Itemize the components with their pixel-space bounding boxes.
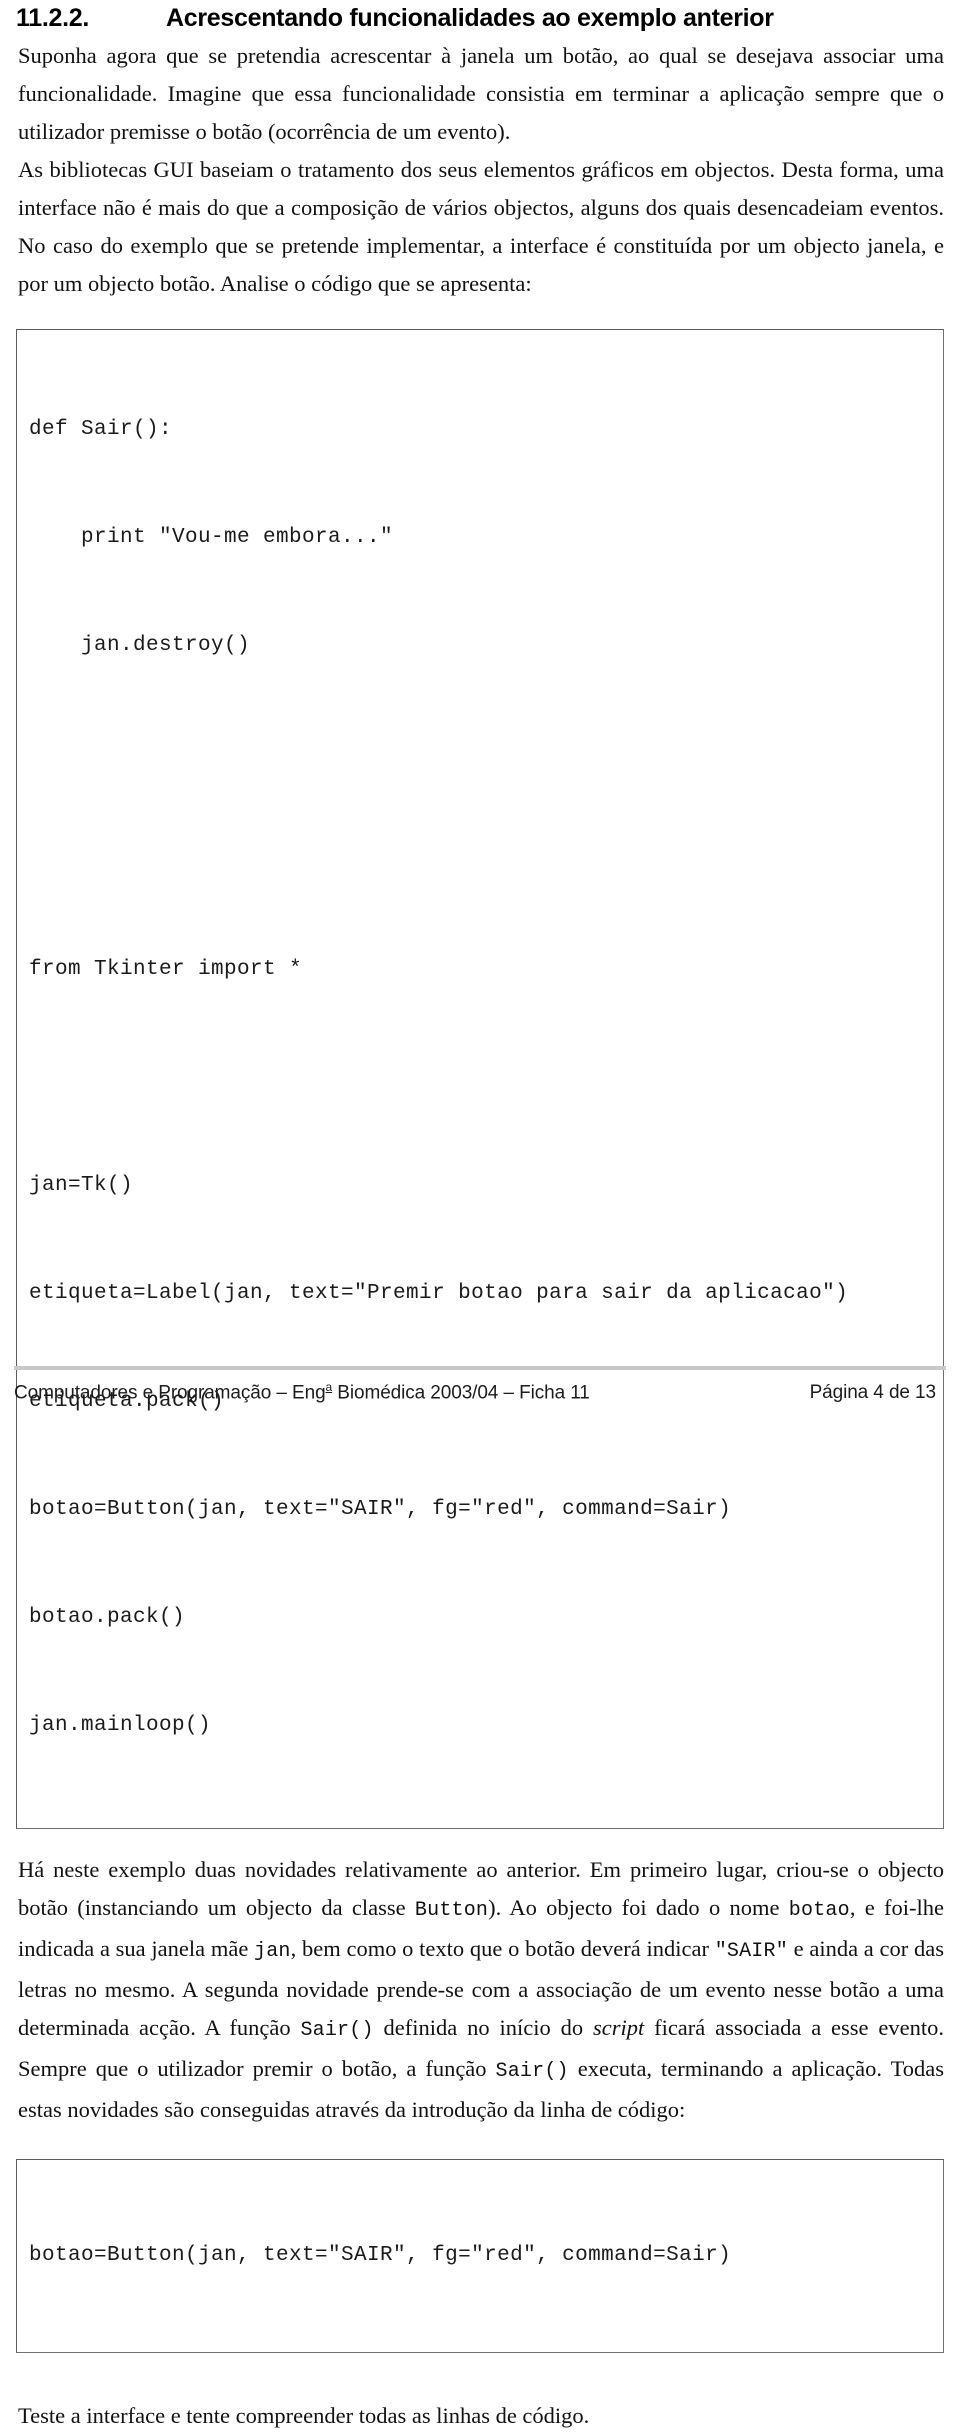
- text-run: , bem como o texto que o botão deverá in…: [290, 1936, 715, 1961]
- paragraph-intro-2: As bibliotecas GUI baseiam o tratamento …: [18, 157, 944, 296]
- code-line: jan=Tk(): [29, 1174, 134, 1197]
- code-line: botao=Button(jan, text="SAIR", fg="red",…: [29, 2244, 732, 2267]
- code-line: jan.destroy(): [29, 634, 251, 657]
- page-footer: Computadores e Programação – Enga Bioméd…: [0, 1365, 960, 1414]
- heading-title: Acrescentando funcionalidades ao exemplo…: [166, 4, 774, 32]
- paragraph-closing: Teste a interface e tente compreender to…: [18, 2403, 590, 2428]
- code-line: botao=Button(jan, text="SAIR", fg="red",…: [29, 1498, 732, 1521]
- footer-divider: [14, 1365, 946, 1370]
- inline-code-botao: botao: [788, 1899, 850, 1922]
- code-block-main: def Sair(): print "Vou-me embora..." jan…: [16, 329, 944, 1829]
- italic-script: script: [592, 2015, 645, 2040]
- paragraph-explanation: Há neste exemplo duas novidades relativa…: [8, 1851, 952, 2129]
- code-line: from Tkinter import *: [29, 958, 303, 981]
- text-run: definida no início do: [373, 2015, 593, 2040]
- page-heading: 11.2.2. Acrescentando funcionalidades ao…: [8, 0, 952, 35]
- inline-code-sair-fn-2: Sair(): [495, 2060, 569, 2083]
- footer-text-run: Computadores e Programação – Eng: [14, 1382, 326, 1403]
- text-run: ). Ao objecto foi dado o nome: [488, 1895, 789, 1920]
- code-line: etiqueta=Label(jan, text="Premir botao p…: [29, 1282, 849, 1305]
- code-line: jan.mainloop(): [29, 1714, 212, 1737]
- code-block-single-line: botao=Button(jan, text="SAIR", fg="red",…: [16, 2159, 944, 2353]
- code-line: botao.pack(): [29, 1606, 186, 1629]
- document-page: 11.2.2. Acrescentando funcionalidades ao…: [0, 0, 960, 2428]
- code-line: def Sair():: [29, 418, 173, 441]
- heading-number: 11.2.2.: [16, 4, 89, 32]
- footer-text-run: Biomédica 2003/04 – Ficha 11: [332, 1382, 590, 1403]
- paragraph-intro-1: Suponha agora que se pretendia acrescent…: [18, 43, 944, 144]
- inline-code-button-class: Button: [414, 1899, 489, 1922]
- footer-row: Computadores e Programação – Enga Bioméd…: [14, 1380, 946, 1404]
- inline-code-sair-text: "SAIR": [714, 1940, 788, 1963]
- inline-code-sair-fn-1: Sair(): [300, 2019, 374, 2042]
- inline-code-jan: jan: [254, 1940, 291, 1963]
- code-line: print "Vou-me embora...": [29, 526, 394, 549]
- footer-course-info: Computadores e Programação – Enga Bioméd…: [14, 1380, 590, 1404]
- footer-page-number: Página 4 de 13: [809, 1382, 937, 1403]
